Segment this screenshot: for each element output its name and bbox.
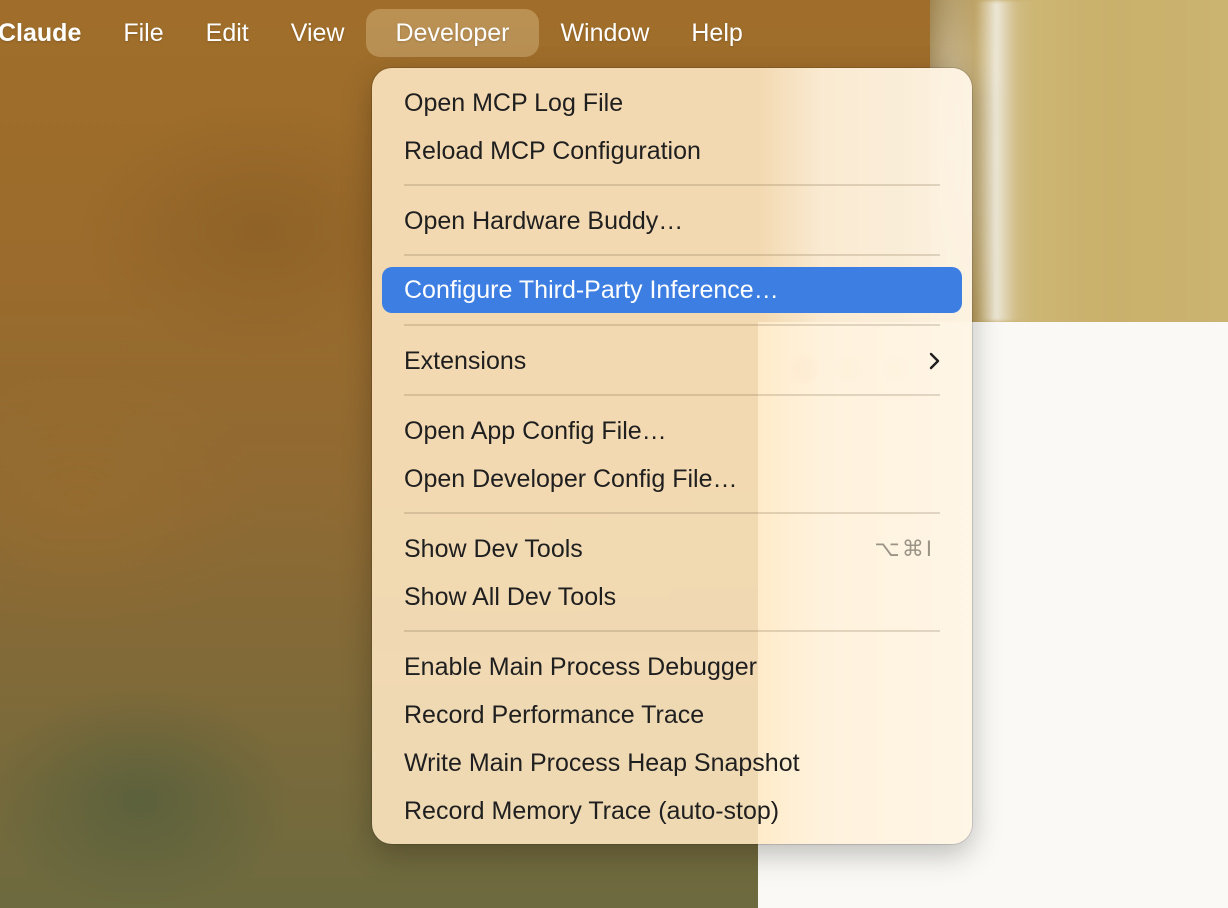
- menu-item-label: Write Main Process Heap Snapshot: [404, 749, 800, 777]
- menubar-edit[interactable]: Edit: [185, 9, 270, 57]
- menu-item-label: Extensions: [404, 347, 527, 375]
- chevron-right-icon: [929, 352, 940, 370]
- menu-item-label: Open Hardware Buddy…: [404, 207, 684, 235]
- menu-item-write-main-process-heap-snapshot[interactable]: Write Main Process Heap Snapshot: [382, 740, 962, 786]
- menu-item-open-app-config-file[interactable]: Open App Config File…: [382, 408, 962, 454]
- menubar-help[interactable]: Help: [670, 9, 763, 57]
- menu-item-open-mcp-log-file[interactable]: Open MCP Log File: [382, 80, 962, 126]
- menu-item-record-memory-trace[interactable]: Record Memory Trace (auto-stop): [382, 788, 962, 834]
- menu-item-open-developer-config-file[interactable]: Open Developer Config File…: [382, 456, 962, 502]
- menu-item-label: Open App Config File…: [404, 417, 667, 445]
- menu-item-label: Record Performance Trace: [404, 701, 705, 729]
- menu-item-open-hardware-buddy[interactable]: Open Hardware Buddy…: [382, 198, 962, 244]
- menu-separator: [404, 184, 940, 186]
- menu-separator: [404, 324, 940, 326]
- menu-separator: [404, 512, 940, 514]
- menubar-app-name[interactable]: Claude: [0, 9, 102, 57]
- menu-separator: [404, 394, 940, 396]
- menu-item-label: Configure Third-Party Inference…: [404, 276, 779, 304]
- menu-item-configure-third-party-inference[interactable]: Configure Third-Party Inference…: [382, 267, 962, 313]
- menu-separator: [404, 630, 940, 632]
- app-window-edge: [970, 322, 1228, 908]
- menu-bar: Claude File Edit View Developer Window H…: [0, 0, 1228, 66]
- menu-item-label: Show Dev Tools: [404, 535, 583, 563]
- menu-item-label: Reload MCP Configuration: [404, 137, 701, 165]
- menu-item-label: Open MCP Log File: [404, 89, 624, 117]
- menubar-file[interactable]: File: [102, 9, 184, 57]
- menu-item-record-performance-trace[interactable]: Record Performance Trace: [382, 692, 962, 738]
- menu-item-extensions[interactable]: Extensions: [382, 338, 962, 384]
- menu-separator: [404, 254, 940, 256]
- desktop: Claude File Edit View Developer Window H…: [0, 0, 1228, 908]
- menu-item-label: Record Memory Trace (auto-stop): [404, 797, 780, 825]
- menu-item-show-all-dev-tools[interactable]: Show All Dev Tools: [382, 574, 962, 620]
- menubar-view[interactable]: View: [270, 9, 366, 57]
- menu-item-label: Enable Main Process Debugger: [404, 653, 757, 681]
- menu-item-show-dev-tools[interactable]: Show Dev Tools ⌥⌘I: [382, 526, 962, 572]
- menubar-window[interactable]: Window: [539, 9, 670, 57]
- menu-item-label: Show All Dev Tools: [404, 583, 617, 611]
- developer-dropdown-menu: Open MCP Log File Reload MCP Configurati…: [372, 68, 972, 844]
- menu-item-enable-main-process-debugger[interactable]: Enable Main Process Debugger: [382, 644, 962, 690]
- menu-item-reload-mcp-configuration[interactable]: Reload MCP Configuration: [382, 128, 962, 174]
- menu-item-label: Open Developer Config File…: [404, 465, 738, 493]
- menubar-developer[interactable]: Developer: [365, 9, 540, 57]
- keyboard-shortcut: ⌥⌘I: [874, 536, 934, 561]
